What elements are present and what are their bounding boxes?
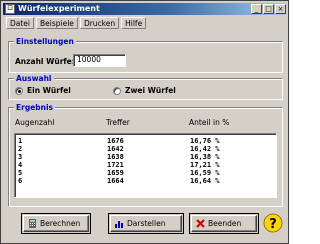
menu-bar: Datei Beispiele Drucken Hilfe xyxy=(3,16,286,30)
cell-share: 16,42 % xyxy=(190,145,220,153)
cell-share: 16,64 % xyxy=(190,177,220,185)
cell-hits: 1676 xyxy=(107,137,124,145)
throws-label: Anzahl Würfe: xyxy=(15,57,75,66)
dice-app-icon: ⚀ xyxy=(5,4,15,14)
close-x-icon xyxy=(196,219,205,228)
settings-legend: Einstellungen xyxy=(14,37,76,46)
table-row[interactable]: 6 1664 16,64 % xyxy=(18,177,274,185)
radio-two-dice-label[interactable]: Zwei Würfel xyxy=(125,86,176,95)
result-legend: Ergebnis xyxy=(14,103,56,112)
settings-group: Einstellungen Anzahl Würfe: 10000 xyxy=(8,37,283,73)
menu-hilfe[interactable]: Hilfe xyxy=(121,17,147,29)
table-row[interactable]: 1 1676 16,76 % xyxy=(18,137,274,145)
cell-hits: 1664 xyxy=(107,177,124,185)
cell-hits: 1642 xyxy=(107,145,124,153)
chart-icon xyxy=(115,221,123,228)
window-title: Würfelexperiment xyxy=(18,4,100,13)
title-bar[interactable]: ⚀ Würfelexperiment _ □ × xyxy=(3,3,286,15)
menu-drucken[interactable]: Drucken xyxy=(79,17,120,29)
cell-face: 1 xyxy=(18,137,23,145)
cell-face: 6 xyxy=(18,177,23,185)
calculator-icon xyxy=(29,219,36,228)
results-list[interactable]: 1 1676 16,76 % 2 1642 16,42 % 3 1638 16,… xyxy=(14,133,277,198)
table-row[interactable]: 2 1642 16,42 % xyxy=(18,145,274,153)
app-window: ⚀ Würfelexperiment _ □ × Datei Beispiele… xyxy=(0,0,289,244)
table-row[interactable]: 5 1659 16,59 % xyxy=(18,169,274,177)
col-header-face: Augenzahl xyxy=(15,118,55,127)
menu-datei[interactable]: Datei xyxy=(6,17,35,29)
display-button-label: Darstellen xyxy=(127,219,166,228)
cell-share: 16,38 % xyxy=(190,153,220,161)
cell-share: 16,76 % xyxy=(190,137,220,145)
cell-hits: 1721 xyxy=(107,161,124,169)
close-button[interactable]: × xyxy=(275,4,286,14)
table-row[interactable]: 3 1638 16,38 % xyxy=(18,153,274,161)
radio-one-die[interactable] xyxy=(15,87,23,95)
display-button[interactable]: Darstellen xyxy=(110,215,182,232)
choice-legend: Auswahl xyxy=(14,74,54,83)
choice-group: Auswahl Ein Würfel Zwei Würfel xyxy=(8,74,283,100)
quit-button[interactable]: Beenden xyxy=(191,215,257,232)
cell-share: 16,59 % xyxy=(190,169,220,177)
result-group: Ergebnis Augenzahl Treffer Anteil in % 1… xyxy=(8,103,283,207)
cell-face: 2 xyxy=(18,145,23,153)
svg-text:?: ? xyxy=(269,217,277,232)
col-header-hits: Treffer xyxy=(106,118,130,127)
menu-beispiele[interactable]: Beispiele xyxy=(36,17,78,29)
quit-button-label: Beenden xyxy=(208,219,242,228)
cell-face: 4 xyxy=(18,161,23,169)
minimize-button[interactable]: _ xyxy=(251,4,262,14)
compute-button-label: Berechnen xyxy=(40,219,81,228)
cell-hits: 1638 xyxy=(107,153,124,161)
compute-button[interactable]: Berechnen xyxy=(23,215,89,232)
throws-input[interactable]: 10000 xyxy=(73,54,126,67)
table-row[interactable]: 4 1721 17,21 % xyxy=(18,161,274,169)
cell-face: 5 xyxy=(18,169,23,177)
cell-share: 17,21 % xyxy=(190,161,220,169)
help-question-icon[interactable]: ? xyxy=(263,213,283,233)
maximize-button[interactable]: □ xyxy=(263,4,274,14)
radio-one-die-label[interactable]: Ein Würfel xyxy=(27,86,71,95)
cell-hits: 1659 xyxy=(107,169,124,177)
radio-two-dice[interactable] xyxy=(113,87,121,95)
cell-face: 3 xyxy=(18,153,23,161)
col-header-share: Anteil in % xyxy=(189,118,230,127)
